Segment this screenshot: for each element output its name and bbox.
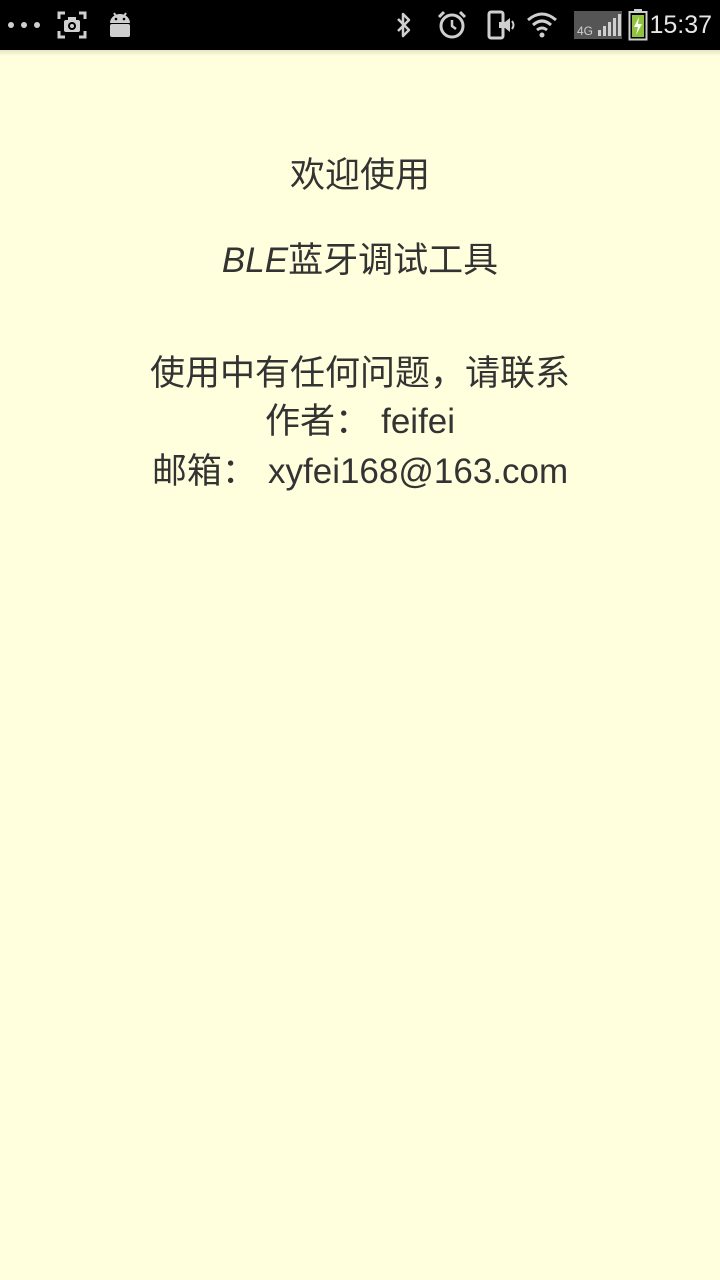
alarm-icon (434, 0, 470, 50)
status-bar-shadow (0, 50, 720, 56)
app-name-title: 蓝牙调试工具 (288, 241, 499, 281)
battery-charging-icon (626, 0, 650, 50)
network-type-label: 4G (577, 24, 593, 38)
cell-signal-icon: 4G (572, 0, 624, 50)
more-dots-icon (6, 0, 42, 50)
bluetooth-icon (390, 0, 418, 50)
clock: 15:37 (649, 11, 712, 39)
author-name: feifei (381, 402, 456, 441)
email-line: 邮箱： xyfei168@163.com (0, 451, 720, 493)
author-label: 作者： (264, 402, 370, 442)
email-address[interactable]: xyfei168@163.com (268, 452, 568, 491)
vibrate-icon (484, 0, 518, 50)
welcome-text: 欢迎使用 (289, 156, 430, 196)
status-bar: 4G 15:37 (0, 0, 720, 50)
author-line: 作者： feifei (0, 401, 720, 443)
screenshot-icon (56, 0, 88, 50)
contact-prompt: 使用中有任何问题，请联系 (149, 354, 570, 394)
app-name-brand: BLE (221, 241, 289, 280)
app-name: BLE蓝牙调试工具 (0, 240, 720, 282)
wifi-icon (524, 0, 560, 50)
android-icon (104, 0, 136, 50)
email-label: 邮箱： (151, 452, 257, 492)
